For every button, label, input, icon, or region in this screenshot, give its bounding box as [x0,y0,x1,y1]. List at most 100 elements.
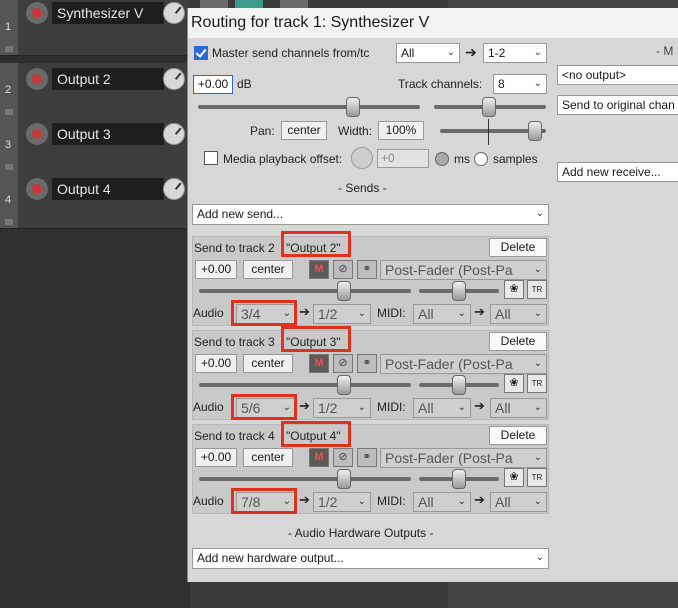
send-volume-slider[interactable] [199,281,411,301]
samples-label: samples [493,152,538,166]
track-2[interactable]: 2 Output 2 [0,63,190,119]
pan-slider-knob[interactable] [482,97,496,117]
send-mute-button[interactable]: M [309,448,329,467]
send-pan-knob[interactable] [452,281,466,301]
dialog-title: Routing for track 1: Synthesizer V [188,8,678,38]
mono-stereo-icon[interactable]: ⚭ [357,354,377,373]
master-from-select[interactable]: All ⌄ [396,43,460,63]
send-trim-icon[interactable]: TR [527,468,547,487]
chevron-down-icon: ⌄ [533,452,542,463]
send-mode-select[interactable]: Post-Fader (Post-Pa ⌄ [380,354,547,374]
send-volume-knob[interactable] [337,469,351,489]
track-name[interactable]: Synthesizer V [52,2,164,24]
send-midi-dest-select[interactable]: All ⌄ [490,304,547,324]
send-trim-icon[interactable]: TR [527,280,547,299]
send-mode-select[interactable]: Post-Fader (Post-Pa ⌄ [380,448,547,468]
delete-send-button[interactable]: Delete [489,332,547,351]
ms-radio[interactable] [435,152,449,166]
volume-knob-icon[interactable] [163,123,185,145]
send-volume-knob[interactable] [337,375,351,395]
record-arm-icon[interactable] [26,178,48,200]
send-pan-field[interactable]: center [243,354,293,373]
send-audio-dest-select[interactable]: 1/2 ⌄ [313,398,371,418]
send-midi-dest-select[interactable]: All ⌄ [490,492,547,512]
master-send-checkbox[interactable] [194,46,208,60]
send-midi-source-select[interactable]: All ⌄ [413,398,471,418]
volume-slider-knob[interactable] [346,97,360,117]
offset-knob-icon[interactable] [351,147,373,169]
send-midi-source-select[interactable]: All ⌄ [413,304,471,324]
send-audio-dest-select[interactable]: 1/2 ⌄ [313,304,371,324]
send-audio-dest-select[interactable]: 1/2 ⌄ [313,492,371,512]
phase-invert-icon[interactable]: ⊘ [333,354,353,373]
send-mode-select[interactable]: Post-Fader (Post-Pa ⌄ [380,260,547,280]
send-to-original-select[interactable]: Send to original chan [557,95,678,115]
send-pan-slider[interactable] [419,281,499,301]
send-pan-slider[interactable] [419,375,499,395]
track-4[interactable]: 4 Output 4 [0,173,190,229]
send-midi-dest-select[interactable]: All ⌄ [490,398,547,418]
delete-send-button[interactable]: Delete [489,426,547,445]
send-midi-source-select[interactable]: All ⌄ [413,492,471,512]
track-channels-label: Track channels: [398,77,483,91]
master-to-select[interactable]: 1-2 ⌄ [483,43,547,63]
chevron-down-icon: ⌄ [533,358,542,369]
highlight-box [281,421,351,447]
send-volume-field[interactable]: +0.00 [195,448,237,467]
width-slider-knob[interactable] [528,121,542,141]
add-hw-output-select[interactable]: Add new hardware output... ⌄ [192,548,549,569]
add-receive-select[interactable]: Add new receive... [557,162,678,182]
send-volume-knob[interactable] [337,281,351,301]
send-label: Send to track 2 [194,241,275,255]
send-pan-knob[interactable] [452,469,466,489]
send-mute-button[interactable]: M [309,354,329,373]
chevron-down-icon: ⌄ [535,208,544,219]
folder-icon [5,46,13,52]
track-3[interactable]: 3 Output 3 [0,118,190,174]
samples-radio[interactable] [474,152,488,166]
arrow-right-icon: ➔ [474,398,485,413]
send-volume-field[interactable]: +0.00 [195,260,237,279]
send-pan-knob[interactable] [452,375,466,395]
send-pan-field[interactable]: center [243,260,293,279]
delete-send-button[interactable]: Delete [489,238,547,257]
midi-output-select[interactable]: <no output> [557,65,678,85]
track-name[interactable]: Output 3 [52,123,164,145]
track-number: 1 [0,0,18,55]
volume-knob-icon[interactable] [163,68,185,90]
send-envelope-icon[interactable]: ❀ [504,468,524,487]
send-volume-field[interactable]: +0.00 [195,354,237,373]
track-channels-select[interactable]: 8 ⌄ [493,74,547,94]
width-field[interactable]: 100% [378,121,424,140]
volume-knob-icon[interactable] [163,2,185,24]
send-envelope-icon[interactable]: ❀ [504,280,524,299]
add-send-select[interactable]: Add new send... ⌄ [192,204,549,225]
width-slider[interactable] [440,119,546,145]
track-1[interactable]: 1 Synthesizer V [0,0,190,56]
send-trim-icon[interactable]: TR [527,374,547,393]
phase-invert-icon[interactable]: ⊘ [333,260,353,279]
record-arm-icon[interactable] [26,68,48,90]
send-mute-button[interactable]: M [309,260,329,279]
record-arm-icon[interactable] [26,2,48,24]
volume-knob-icon[interactable] [163,178,185,200]
pan-slider[interactable] [434,97,546,117]
send-pan-field[interactable]: center [243,448,293,467]
track-number: 2 [0,63,18,118]
arrow-right-icon: ➔ [299,304,310,319]
playback-offset-checkbox[interactable] [204,151,218,165]
pan-field[interactable]: center [281,121,327,140]
send-volume-slider[interactable] [199,469,411,489]
send-pan-slider[interactable] [419,469,499,489]
send-volume-slider[interactable] [199,375,411,395]
phase-invert-icon[interactable]: ⊘ [333,448,353,467]
record-arm-icon[interactable] [26,123,48,145]
mono-stereo-icon[interactable]: ⚭ [357,260,377,279]
track-name[interactable]: Output 4 [52,178,164,200]
volume-slider[interactable] [198,97,420,117]
playback-offset-field[interactable]: +0 [377,149,429,168]
track-name[interactable]: Output 2 [52,68,164,90]
mono-stereo-icon[interactable]: ⚭ [357,448,377,467]
volume-field[interactable]: +0.00 [193,75,233,94]
send-envelope-icon[interactable]: ❀ [504,374,524,393]
